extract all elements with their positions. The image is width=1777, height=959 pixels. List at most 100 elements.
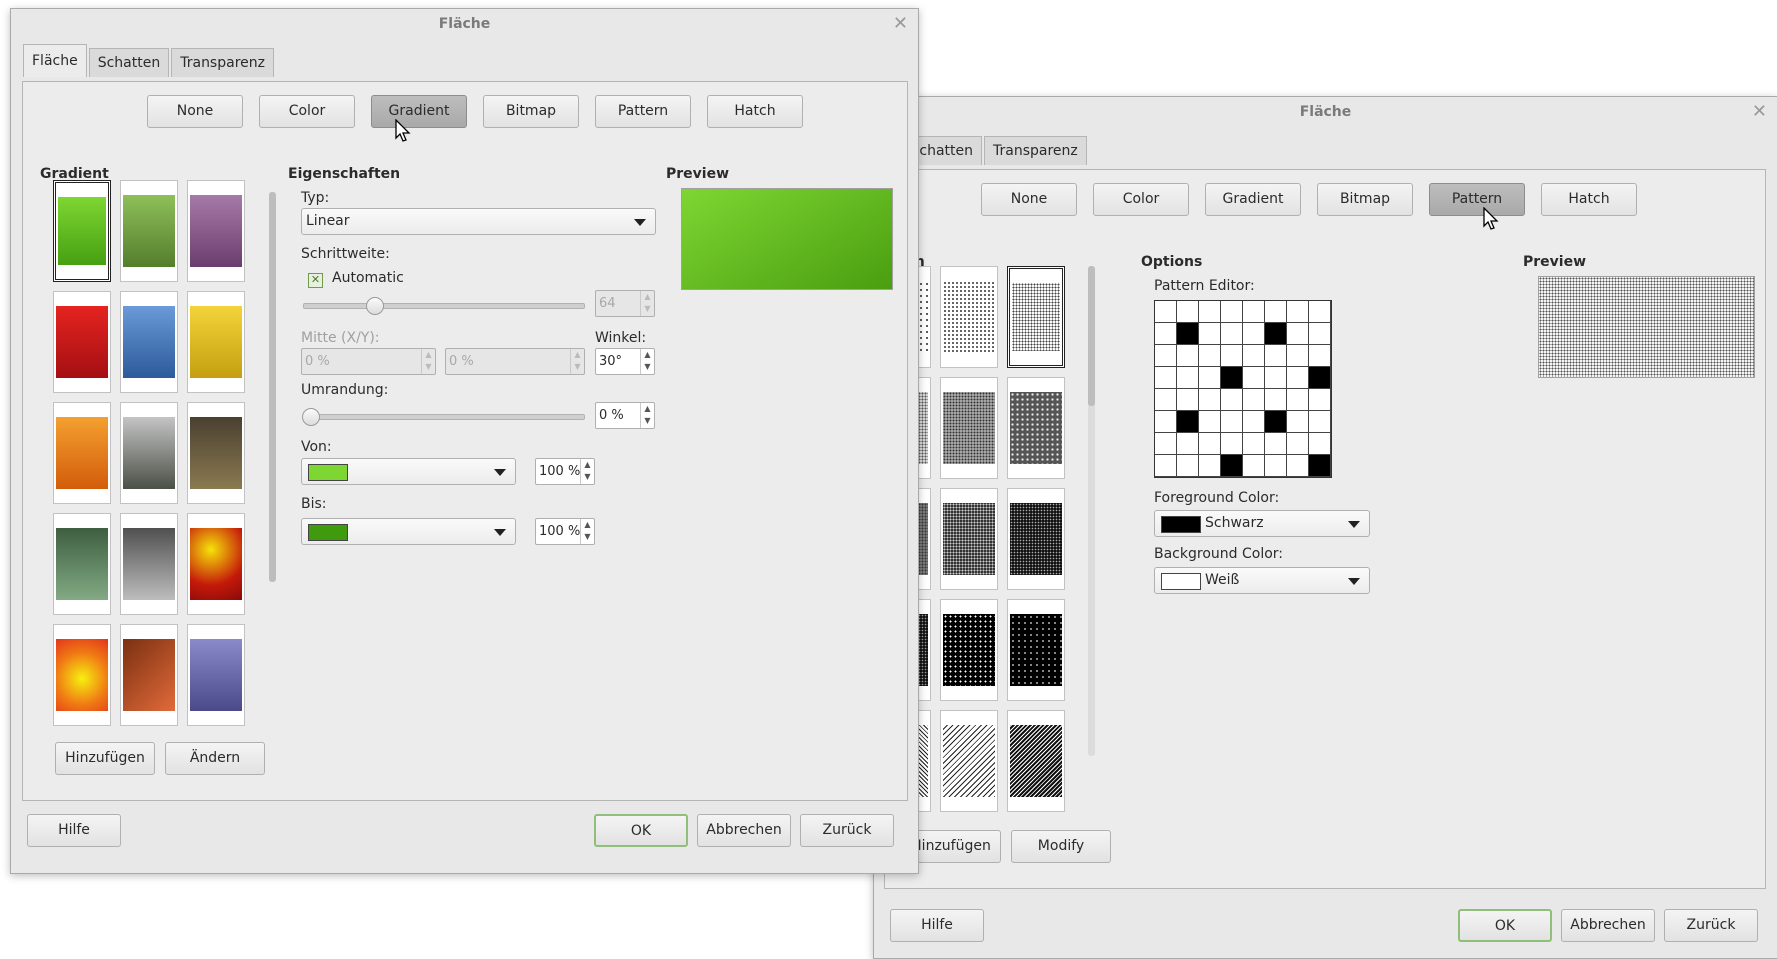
gradient-thumb[interactable]: [187, 291, 245, 393]
pattern-thumb[interactable]: [940, 377, 998, 479]
border-spin[interactable]: 0 % ▲ ▼: [595, 402, 655, 429]
help-button[interactable]: Hilfe: [27, 814, 121, 847]
pattern-cell[interactable]: [1265, 411, 1287, 433]
pattern-cell[interactable]: [1243, 433, 1265, 455]
pattern-cell[interactable]: [1199, 301, 1221, 323]
pattern-cell[interactable]: [1265, 301, 1287, 323]
pattern-thumb[interactable]: [1007, 266, 1065, 368]
pattern-cell[interactable]: [1265, 345, 1287, 367]
pattern-editor-grid[interactable]: [1154, 300, 1332, 478]
pattern-cell[interactable]: [1199, 345, 1221, 367]
gradient-thumb[interactable]: [53, 291, 111, 393]
tab-area[interactable]: Fläche: [23, 44, 87, 77]
pattern-cell[interactable]: [1221, 433, 1243, 455]
pattern-cell[interactable]: [1287, 455, 1309, 477]
tab-transparency[interactable]: Transparenz: [171, 48, 274, 77]
pattern-thumb[interactable]: [1007, 377, 1065, 479]
pattern-cell[interactable]: [1155, 367, 1177, 389]
gradient-thumb[interactable]: [120, 402, 178, 504]
pattern-cell[interactable]: [1265, 367, 1287, 389]
slider-knob[interactable]: [302, 408, 320, 426]
close-icon[interactable]: ✕: [1752, 97, 1767, 127]
pattern-cell[interactable]: [1243, 455, 1265, 477]
pattern-cell[interactable]: [1155, 345, 1177, 367]
pattern-cell[interactable]: [1177, 389, 1199, 411]
pattern-cell[interactable]: [1287, 301, 1309, 323]
gradient-thumb[interactable]: [53, 513, 111, 615]
mode-none-button[interactable]: None: [981, 183, 1077, 216]
pattern-cell[interactable]: [1199, 367, 1221, 389]
gradient-thumb[interactable]: [187, 402, 245, 504]
center-y-spin[interactable]: 0 % ▲ ▼: [445, 348, 585, 375]
pattern-cell[interactable]: [1287, 433, 1309, 455]
slider-knob[interactable]: [366, 297, 384, 315]
pattern-cell[interactable]: [1221, 323, 1243, 345]
foreground-color-select[interactable]: Schwarz: [1154, 510, 1370, 537]
gradient-thumb[interactable]: [187, 624, 245, 726]
pattern-cell[interactable]: [1155, 323, 1177, 345]
gradient-thumb[interactable]: [120, 291, 178, 393]
pattern-cell[interactable]: [1199, 389, 1221, 411]
pattern-cell[interactable]: [1199, 455, 1221, 477]
pattern-cell[interactable]: [1243, 367, 1265, 389]
pattern-cell[interactable]: [1265, 389, 1287, 411]
spin-arrows-icon[interactable]: ▲ ▼: [640, 291, 654, 316]
gradient-thumb[interactable]: [53, 402, 111, 504]
pattern-cell[interactable]: [1155, 455, 1177, 477]
pattern-thumb[interactable]: [1007, 599, 1065, 701]
pattern-cell[interactable]: [1243, 345, 1265, 367]
help-button[interactable]: Hilfe: [890, 909, 984, 942]
from-color-select[interactable]: [301, 458, 516, 485]
pattern-thumb[interactable]: [940, 488, 998, 590]
background-color-select[interactable]: Weiß: [1154, 567, 1370, 594]
mode-hatch-button[interactable]: Hatch: [1541, 183, 1637, 216]
pattern-cell[interactable]: [1177, 433, 1199, 455]
pattern-thumb[interactable]: [940, 710, 998, 812]
pattern-cell[interactable]: [1177, 367, 1199, 389]
pattern-cell[interactable]: [1309, 411, 1331, 433]
gradient-scrollbar[interactable]: [269, 192, 276, 582]
center-x-spin[interactable]: 0 % ▲ ▼: [301, 348, 436, 375]
pattern-cell[interactable]: [1199, 411, 1221, 433]
border-slider[interactable]: [302, 408, 585, 426]
pattern-cell[interactable]: [1287, 345, 1309, 367]
modify-button[interactable]: Ändern: [165, 742, 265, 775]
pattern-cell[interactable]: [1309, 367, 1331, 389]
steps-slider[interactable]: [303, 297, 585, 315]
tab-shadow[interactable]: Schatten: [88, 48, 170, 77]
mode-hatch-button[interactable]: Hatch: [707, 95, 803, 128]
pattern-cell[interactable]: [1221, 389, 1243, 411]
gradient-thumb[interactable]: [120, 624, 178, 726]
spin-arrows-icon[interactable]: ▲ ▼: [570, 349, 584, 374]
mode-pattern-button[interactable]: Pattern: [595, 95, 691, 128]
to-percent-spin[interactable]: 100 % ▲ ▼: [535, 518, 595, 545]
pattern-cell[interactable]: [1155, 411, 1177, 433]
pattern-cell[interactable]: [1243, 411, 1265, 433]
pattern-cell[interactable]: [1287, 367, 1309, 389]
pattern-cell[interactable]: [1177, 323, 1199, 345]
pattern-cell[interactable]: [1243, 323, 1265, 345]
pattern-cell[interactable]: [1199, 323, 1221, 345]
to-color-select[interactable]: [301, 518, 516, 545]
spin-arrows-icon[interactable]: ▲ ▼: [580, 459, 594, 484]
pattern-thumb[interactable]: [940, 599, 998, 701]
pattern-cell[interactable]: [1155, 301, 1177, 323]
pattern-cell[interactable]: [1309, 301, 1331, 323]
pattern-cell[interactable]: [1243, 389, 1265, 411]
spin-arrows-icon[interactable]: ▲ ▼: [421, 349, 435, 374]
pattern-cell[interactable]: [1265, 455, 1287, 477]
mode-color-button[interactable]: Color: [1093, 183, 1189, 216]
tab-transparency[interactable]: Transparenz: [984, 136, 1087, 165]
steps-spin[interactable]: 64 ▲ ▼: [595, 290, 655, 317]
pattern-scrollbar[interactable]: [1088, 266, 1095, 756]
gradient-thumb[interactable]: [187, 513, 245, 615]
pattern-cell[interactable]: [1177, 411, 1199, 433]
pattern-cell[interactable]: [1265, 433, 1287, 455]
gradient-thumb[interactable]: [53, 180, 111, 282]
mode-pattern-button[interactable]: Pattern: [1429, 183, 1525, 216]
pattern-thumb[interactable]: [940, 266, 998, 368]
pattern-cell[interactable]: [1221, 455, 1243, 477]
gradient-thumb[interactable]: [187, 180, 245, 282]
gradient-thumb[interactable]: [120, 180, 178, 282]
mode-gradient-button[interactable]: Gradient: [1205, 183, 1301, 216]
